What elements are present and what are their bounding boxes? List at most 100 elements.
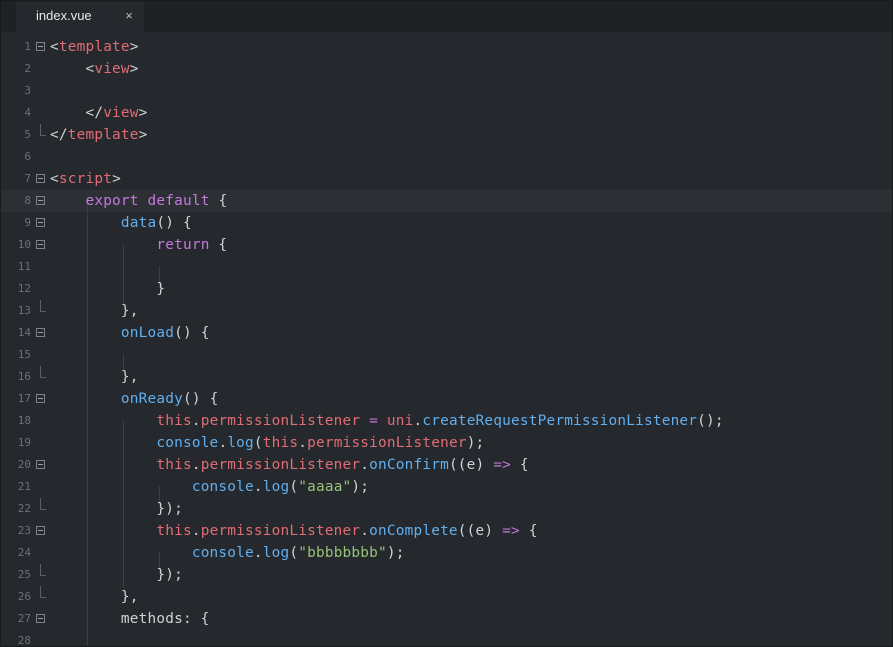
fold-toggle-icon[interactable] — [36, 196, 45, 205]
code-text: return { — [50, 234, 227, 256]
code-line[interactable]: 19 console.log(this.permissionListener); — [0, 432, 893, 454]
line-number: 15 — [17, 348, 31, 361]
close-icon[interactable]: × — [123, 8, 135, 24]
code-token: log — [262, 479, 290, 495]
line-number: 21 — [17, 480, 31, 493]
code-token: }, — [50, 303, 139, 319]
code-line[interactable]: 14 onLoad() { — [0, 322, 893, 344]
code-text: console.log("bbbbbbbb"); — [50, 542, 405, 564]
line-number: 17 — [17, 392, 31, 405]
code-token: > — [129, 61, 139, 77]
code-token: return — [156, 237, 210, 253]
fold-toggle-icon[interactable] — [36, 328, 45, 337]
code-token: }); — [50, 567, 183, 583]
code-token: () { — [182, 391, 219, 407]
code-line[interactable]: 27 methods: { — [0, 608, 893, 630]
code-line[interactable]: 11 — [0, 256, 893, 278]
tab-index-vue[interactable]: index.vue × — [16, 2, 144, 32]
line-number: 24 — [17, 546, 31, 559]
code-token: template — [67, 127, 139, 143]
code-token: }, — [50, 589, 139, 605]
code-token: createRequestPermissionListener — [422, 413, 698, 429]
code-line[interactable]: 12 } — [0, 278, 893, 300]
code-line[interactable]: 22 }); — [0, 498, 893, 520]
code-text: console.log("aaaa"); — [50, 476, 369, 498]
code-line[interactable]: 23 this.permissionListener.onComplete((e… — [0, 520, 893, 542]
code-line[interactable]: 7 <script> — [0, 168, 893, 190]
code-line[interactable]: 28 — [0, 630, 893, 647]
code-editor[interactable]: 1 <template> 2 <view> 3 4 </view> 5 </template… — [0, 32, 893, 647]
fold-toggle-icon[interactable] — [36, 218, 45, 227]
fold-end-marker — [40, 498, 46, 510]
code-line[interactable]: 13 }, — [0, 300, 893, 322]
code-line[interactable]: 15 — [0, 344, 893, 366]
code-token: </ — [50, 127, 68, 143]
code-token: . — [253, 479, 263, 495]
fold-toggle-icon[interactable] — [36, 174, 45, 183]
code-text: }); — [50, 564, 183, 586]
code-line[interactable]: 10 return { — [0, 234, 893, 256]
code-token: console — [191, 545, 254, 561]
code-line[interactable]: 5 </template> — [0, 124, 893, 146]
line-number: 25 — [17, 568, 31, 581]
code-token: ( — [289, 545, 299, 561]
code-token: } — [50, 281, 166, 297]
code-token: permissionListener — [200, 413, 361, 429]
fold-toggle-icon[interactable] — [36, 42, 45, 51]
code-text: onReady() { — [50, 388, 218, 410]
code-token: ((e) — [457, 523, 503, 539]
code-text: <template> — [50, 36, 139, 58]
code-token: . — [298, 435, 308, 451]
code-line[interactable]: 8 export default { — [0, 190, 893, 212]
line-number: 23 — [17, 524, 31, 537]
code-text: }, — [50, 300, 139, 322]
code-line[interactable]: 4 </view> — [0, 102, 893, 124]
fold-end-marker — [40, 124, 46, 136]
code-line[interactable]: 20 this.permissionListener.onConfirm((e)… — [0, 454, 893, 476]
code-line[interactable]: 18 this.permissionListener = uni.createR… — [0, 410, 893, 432]
fold-toggle-icon[interactable] — [36, 460, 45, 469]
code-token: log — [227, 435, 254, 451]
line-number: 27 — [17, 612, 31, 625]
code-token: permissionListener — [200, 523, 361, 539]
fold-toggle-icon[interactable] — [36, 614, 45, 623]
line-number: 4 — [24, 106, 31, 119]
code-line[interactable]: 3 — [0, 80, 893, 102]
code-token: (); — [697, 413, 724, 429]
code-text: <script> — [50, 168, 121, 190]
code-token: . — [253, 545, 263, 561]
code-line[interactable]: 2 <view> — [0, 58, 893, 80]
code-line[interactable]: 1 <template> — [0, 36, 893, 58]
line-number: 3 — [24, 84, 31, 97]
code-line[interactable]: 26 }, — [0, 586, 893, 608]
code-token: . — [191, 413, 201, 429]
code-token: view — [103, 105, 139, 121]
fold-toggle-icon[interactable] — [36, 394, 45, 403]
code-line[interactable]: 16 }, — [0, 366, 893, 388]
fold-toggle-icon[interactable] — [36, 526, 45, 535]
line-number: 8 — [24, 194, 31, 207]
code-token: onLoad — [120, 325, 175, 341]
code-token: uni — [386, 413, 414, 429]
code-token: this — [156, 457, 192, 473]
code-line[interactable]: 9 data() { — [0, 212, 893, 234]
code-line[interactable]: 21 console.log("aaaa"); — [0, 476, 893, 498]
code-line[interactable]: 24 console.log("bbbbbbbb"); — [0, 542, 893, 564]
code-text: <view> — [50, 58, 139, 80]
fold-toggle-icon[interactable] — [36, 240, 45, 249]
code-line[interactable]: 17 onReady() { — [0, 388, 893, 410]
code-line[interactable]: 25 }); — [0, 564, 893, 586]
code-token: log — [262, 545, 290, 561]
line-number: 2 — [24, 62, 31, 75]
code-token: permissionListener — [200, 457, 361, 473]
code-token: </ — [50, 105, 104, 121]
code-line[interactable]: 6 — [0, 146, 893, 168]
code-token: > — [138, 105, 148, 121]
code-token: { — [209, 237, 228, 253]
